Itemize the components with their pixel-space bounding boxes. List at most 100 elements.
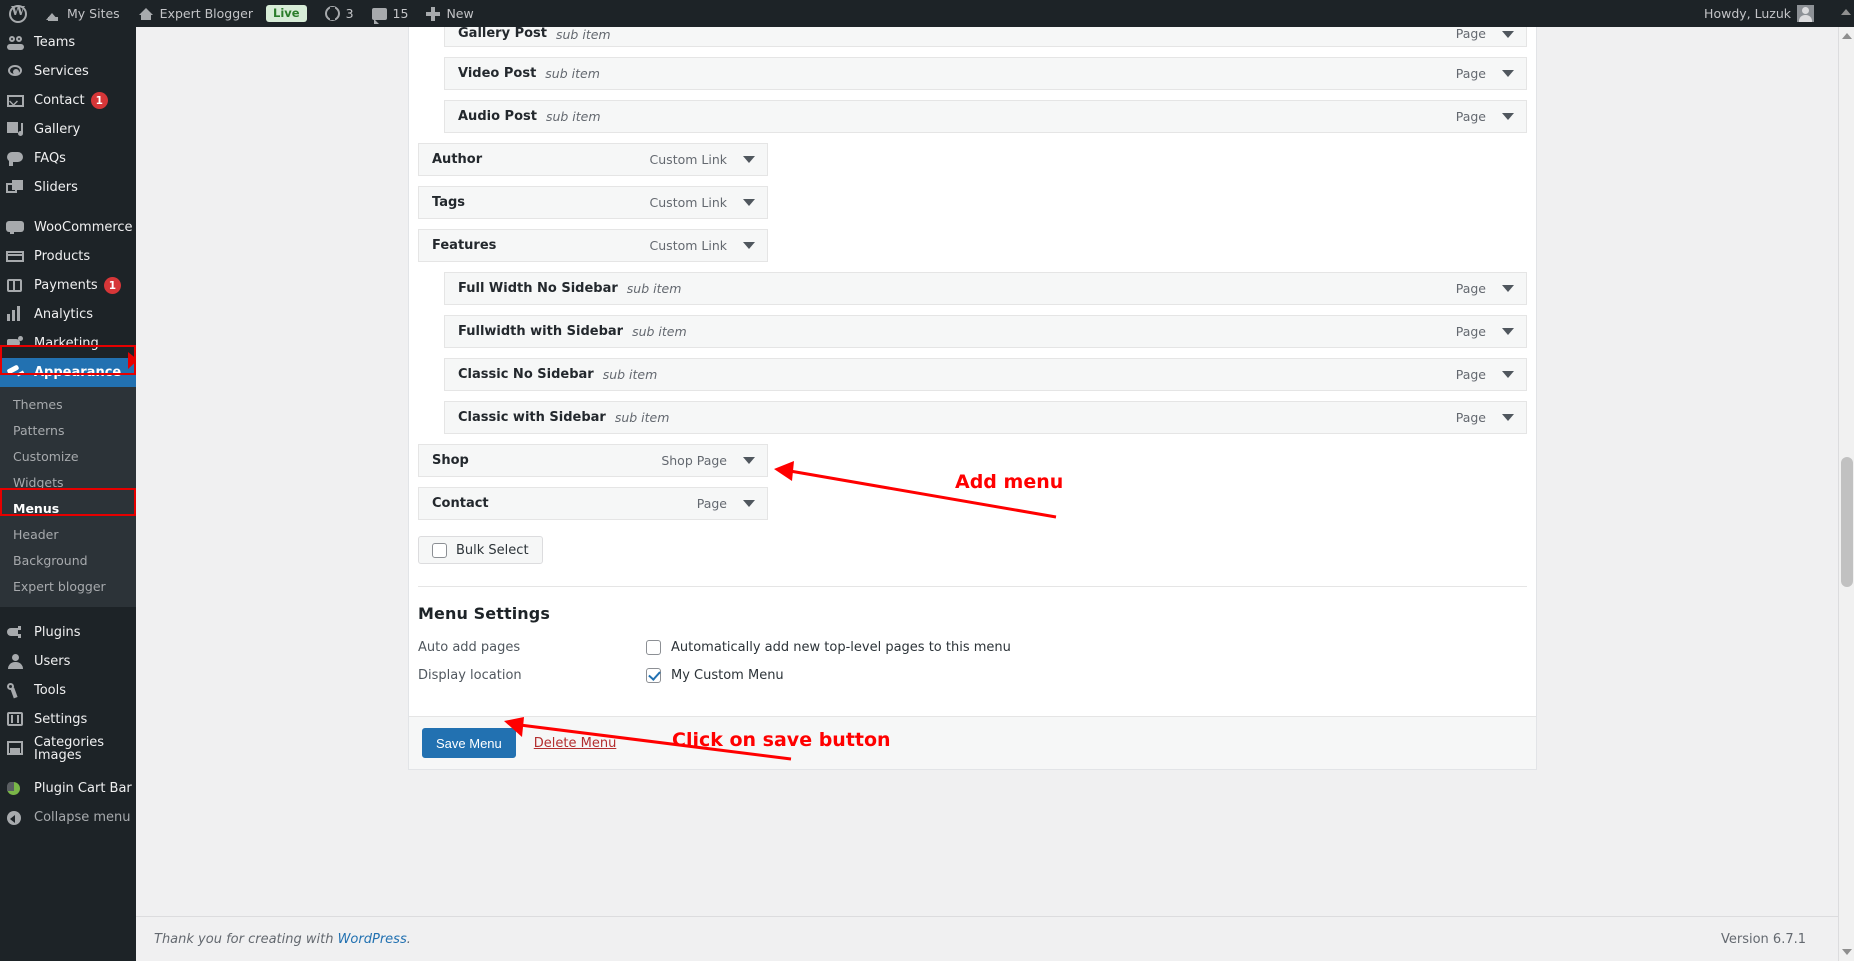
chevron-down-icon[interactable] [1502, 414, 1514, 421]
delete-menu-link[interactable]: Delete Menu [534, 736, 617, 751]
menu-item-row[interactable]: Shop Shop Page [418, 444, 768, 477]
display-location-checkbox[interactable] [646, 668, 661, 683]
sidebar-item-label: Marketing [34, 336, 99, 351]
sidebar-item-label: Sliders [34, 180, 78, 195]
menu-item-row[interactable]: Video Post sub item Page [444, 57, 1527, 90]
sidebar-item-gallery[interactable]: Gallery [0, 115, 136, 144]
sidebar-item-services[interactable]: Services [0, 57, 136, 86]
menu-item-type: Page [1455, 109, 1486, 124]
chevron-down-icon[interactable] [1502, 31, 1514, 38]
menu-item-type: Page [1455, 281, 1486, 296]
sidebar-item-users[interactable]: Users [0, 647, 136, 676]
sidebar-item-sliders[interactable]: Sliders [0, 173, 136, 202]
menu-settings-section: Menu Settings Auto add pages Automatical… [409, 587, 1536, 716]
menu-item-row[interactable]: Classic No Sidebar sub item Page [444, 358, 1527, 391]
bulk-select-checkbox[interactable] [432, 542, 447, 558]
sidebar-subitem-background[interactable]: Background [0, 548, 136, 574]
chevron-down-icon[interactable] [743, 199, 755, 206]
howdy-label: Howdy, Luzuk [1704, 6, 1791, 21]
sidebar-item-faqs[interactable]: FAQs [0, 144, 136, 173]
chevron-down-icon[interactable] [743, 242, 755, 249]
display-location-row: Display location My Custom Menu [418, 668, 1527, 683]
sidebar-item-label: Plugins [34, 625, 81, 640]
scrollbar-down-arrow-icon[interactable] [1842, 949, 1852, 955]
sidebar-item-payments[interactable]: Payments 1 [0, 271, 136, 300]
appearance-icon [6, 363, 28, 383]
wordpress-link[interactable]: WordPress [338, 932, 407, 947]
auto-add-pages-option[interactable]: Automatically add new top-level pages to… [646, 640, 1011, 655]
menu-item-row[interactable]: Author Custom Link [418, 143, 768, 176]
sidebar-subitem-header[interactable]: Header [0, 522, 136, 548]
sidebar-subitem-menus[interactable]: Menus [0, 496, 136, 522]
menu-item-row[interactable]: Tags Custom Link [418, 186, 768, 219]
menu-item-row[interactable]: Classic with Sidebar sub item Page [444, 401, 1527, 434]
sidebar-item-categories-images[interactable]: Categories Images [0, 734, 136, 763]
scrollbar-thumb[interactable] [1841, 457, 1853, 587]
my-sites-menu[interactable]: My Sites [36, 0, 129, 27]
menu-item-row[interactable]: Gallery Post sub item Page [444, 27, 1527, 47]
collapse-menu-button[interactable]: Collapse menu [0, 803, 136, 832]
page-scrollbar[interactable] [1838, 27, 1854, 961]
sidebar-item-label: Payments [34, 278, 98, 293]
sidebar-item-products[interactable]: Products [0, 242, 136, 271]
scrollbar-up-arrow-icon[interactable] [1842, 33, 1852, 39]
live-badge: Live [266, 5, 307, 22]
chevron-down-icon[interactable] [743, 500, 755, 507]
sidebar-item-label: Collapse menu [34, 810, 131, 825]
sidebar-item-settings[interactable]: Settings [0, 705, 136, 734]
chevron-down-icon[interactable] [1502, 328, 1514, 335]
mail-icon [6, 91, 28, 111]
save-menu-button[interactable]: Save Menu [422, 728, 516, 758]
sidebar-item-plugins[interactable]: Plugins [0, 618, 136, 647]
comments-menu[interactable]: 15 [363, 0, 418, 27]
plugin-cart-bar-icon [6, 779, 28, 799]
chevron-down-icon[interactable] [1502, 70, 1514, 77]
menu-item-row[interactable]: Audio Post sub item Page [444, 100, 1527, 133]
sidebar-item-label: Plugin Cart Bar [34, 781, 132, 796]
menu-item-subitem-label: sub item [556, 27, 611, 42]
wordpress-logo-icon [9, 4, 27, 23]
auto-add-pages-checkbox[interactable] [646, 640, 661, 655]
plugins-icon [6, 623, 28, 643]
sidebar-item-label: Categories Images [34, 734, 105, 763]
menu-item-row[interactable]: Fullwidth with Sidebar sub item Page [444, 315, 1527, 348]
account-menu[interactable]: Howdy, Luzuk [1695, 0, 1854, 27]
menu-item-row[interactable]: Features Custom Link [418, 229, 768, 262]
menu-item-row[interactable]: Contact Page [418, 487, 768, 520]
sidebar-item-analytics[interactable]: Analytics [0, 300, 136, 329]
sidebar-subitem-themes[interactable]: Themes [0, 392, 136, 418]
sidebar-item-teams[interactable]: Teams [0, 28, 136, 57]
sidebar-item-woocommerce[interactable]: WooCommerce [0, 213, 136, 242]
wordpress-logo-button[interactable] [0, 0, 36, 27]
chevron-down-icon[interactable] [1502, 113, 1514, 120]
sidebar-subitem-patterns[interactable]: Patterns [0, 418, 136, 444]
sidebar-item-plugin-cart-bar[interactable]: Plugin Cart Bar [0, 774, 136, 803]
sidebar-subitem-widgets[interactable]: Widgets [0, 470, 136, 496]
chevron-down-icon[interactable] [743, 156, 755, 163]
footer-thanks: Thank you for creating with WordPress. [154, 932, 411, 947]
chevron-down-icon[interactable] [1502, 285, 1514, 292]
sidebar-item-label: Settings [34, 712, 88, 727]
bulk-select-button[interactable]: Bulk Select [418, 536, 543, 564]
live-status: Live [262, 0, 316, 27]
sidebar-subitem-expert-blogger[interactable]: Expert blogger [0, 574, 136, 600]
updates-count: 3 [345, 6, 354, 21]
plus-icon [426, 6, 441, 21]
new-content-menu[interactable]: New [417, 0, 482, 27]
menu-item-subitem-label: sub item [545, 109, 601, 124]
sidebar-item-tools[interactable]: Tools [0, 676, 136, 705]
sidebar-item-marketing[interactable]: Marketing [0, 329, 136, 358]
sidebar-separator [0, 607, 136, 618]
site-name-menu[interactable]: Expert Blogger [129, 0, 262, 27]
menu-item-row[interactable]: Full Width No Sidebar sub item Page [444, 272, 1527, 305]
menu-item-subitem-label: sub item [632, 324, 687, 339]
display-location-option[interactable]: My Custom Menu [646, 668, 784, 683]
sidebar-subitem-customize[interactable]: Customize [0, 444, 136, 470]
sidebar-item-appearance[interactable]: Appearance [0, 358, 136, 387]
chevron-down-icon[interactable] [1502, 371, 1514, 378]
chevron-down-icon[interactable] [743, 457, 755, 464]
sidebar-item-contact[interactable]: Contact 1 [0, 86, 136, 115]
scroll-up-arrow[interactable] [1841, 9, 1851, 15]
updates-menu[interactable]: 3 [316, 0, 363, 27]
admin-footer: Thank you for creating with WordPress. V… [136, 916, 1854, 961]
